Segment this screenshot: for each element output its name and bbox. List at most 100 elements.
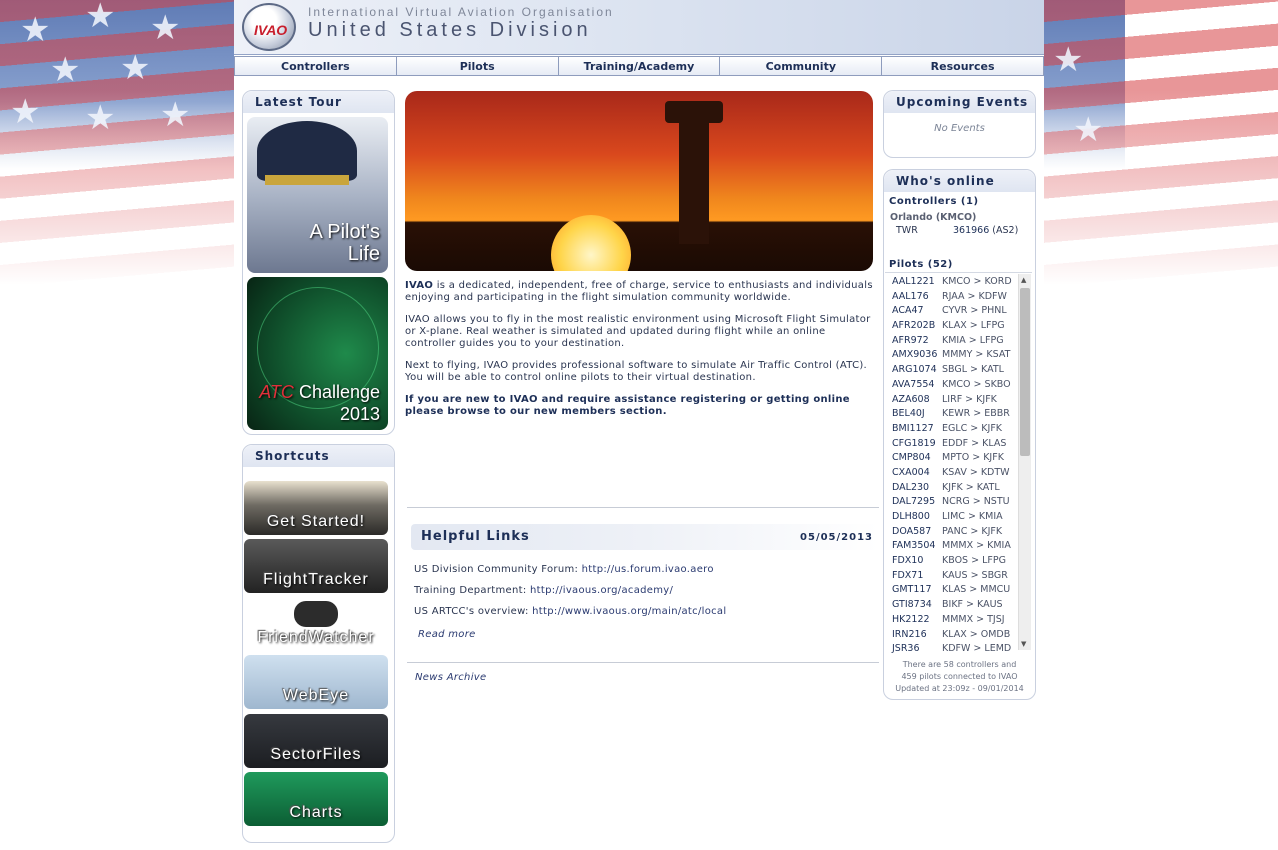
pilot-route: CYVR > PHNL: [942, 305, 1007, 317]
intro-paragraph-new-members[interactable]: If you are new to IVAO and require assis…: [405, 394, 873, 418]
pilot-row[interactable]: AVA7554 KMCO > SKBO: [885, 378, 1032, 393]
pilot-row[interactable]: HK2122 MMMX > TJSJ: [885, 613, 1032, 628]
shortcuts-title: Shortcuts: [243, 445, 394, 467]
pilot-row[interactable]: GMT117 KLAS > MMCU: [885, 583, 1032, 598]
pilot-row[interactable]: DAL7295 NCRG > NSTU: [885, 495, 1032, 510]
pilot-route: KMIA > LFPG: [942, 334, 1004, 346]
pilot-route: KAUS > SBGR: [942, 569, 1008, 581]
artcc-link[interactable]: http://www.ivaous.org/main/atc/local: [532, 606, 726, 617]
scroll-up-icon[interactable]: ▲: [1021, 276, 1026, 284]
pilot-callsign: DAL230: [892, 481, 930, 493]
shortcut-charts[interactable]: Charts: [244, 772, 388, 826]
pilot-route: KSAV > KDTW: [942, 466, 1010, 478]
pilot-route: LIRF > KJFK: [942, 393, 997, 405]
pilot-row[interactable]: IRN216 KLAX > OMDB: [885, 628, 1032, 643]
forum-link[interactable]: http://us.forum.ivao.aero: [582, 564, 714, 575]
upcoming-events-box: Upcoming Events No Events: [883, 90, 1036, 158]
pilot-row[interactable]: ACA47 CYVR > PHNL: [885, 304, 1032, 319]
pilots-list[interactable]: AAL1221 KMCO > KORD AAL176 RJAA > KDFW ACA47…: [885, 272, 1032, 653]
helpful-links-title: Helpful Links: [421, 529, 530, 544]
tour-atc-challenge-banner[interactable]: ATC Challenge 2013: [247, 277, 388, 430]
pilot-callsign: ACA47: [892, 305, 924, 317]
pilot-row[interactable]: AZA608 LIRF > KJFK: [885, 393, 1032, 408]
whos-online-title: Who's online: [884, 170, 1035, 192]
shortcut-label: SectorFiles: [270, 746, 362, 763]
pilot-route: KLAX > OMDB: [942, 628, 1011, 640]
pilot-route: MMMY > KSAT: [942, 349, 1011, 361]
intro-paragraph-2: IVAO allows you to fly in the most reali…: [405, 314, 871, 349]
pilot-row[interactable]: GTI8734 BIKF > KAUS: [885, 598, 1032, 613]
nav-pilots[interactable]: Pilots: [396, 56, 559, 76]
pilot-callsign: DOA587: [892, 525, 932, 537]
pilot-row[interactable]: AFR202B KLAX > LFPG: [885, 319, 1032, 334]
pilot-row[interactable]: BEL40J KEWR > EBBR: [885, 407, 1032, 422]
pilot-row[interactable]: BMI1127 EGLC > KJFK: [885, 422, 1032, 437]
pilot-row[interactable]: FDX71 KAUS > SBGR: [885, 569, 1032, 584]
pilot-callsign: DAL7295: [892, 496, 936, 508]
scroll-down-icon[interactable]: ▼: [1021, 640, 1026, 648]
tour-pilots-life-banner[interactable]: A Pilot's Life: [247, 117, 388, 273]
pilot-route: KEWR > EBBR: [942, 408, 1010, 420]
pilots-header: Pilots (52): [889, 259, 953, 270]
nav-training-academy[interactable]: Training/Academy: [558, 56, 721, 76]
controller-station: Orlando (KMCO): [890, 212, 977, 223]
pilot-row[interactable]: AAL1221 KMCO > KORD: [885, 275, 1032, 290]
ivao-logo[interactable]: IVAO: [242, 3, 296, 51]
sun-shape: [551, 215, 631, 271]
pilot-row[interactable]: JSR36 KDFW > LEMD: [885, 642, 1032, 653]
pilot-row[interactable]: CXA004 KSAV > KDTW: [885, 466, 1032, 481]
org-name: International Virtual Aviation Organisat…: [308, 5, 614, 19]
pilot-row[interactable]: AFR972 KMIA > LFPG: [885, 334, 1032, 349]
shortcut-label: FlightTracker: [263, 571, 369, 588]
helpful-links-header: Helpful Links 05/05/2013: [411, 524, 879, 550]
pilot-route: KLAS > MMCU: [942, 584, 1011, 596]
shortcut-sectorfiles[interactable]: SectorFiles: [244, 714, 388, 768]
divider: [407, 507, 879, 508]
shortcut-flighttracker[interactable]: FlightTracker: [244, 539, 388, 593]
intro-paragraph-1: IVAO is a dedicated, independent, free o…: [405, 280, 873, 303]
pilot-route: MMMX > TJSJ: [942, 613, 1005, 625]
pilot-row[interactable]: AAL176 RJAA > KDFW: [885, 290, 1032, 305]
pilot-row[interactable]: FAM3504 MMMX > KMIA: [885, 539, 1032, 554]
pilot-route: LIMC > KMIA: [942, 511, 1003, 522]
pilot-callsign: AFR972: [892, 334, 929, 346]
pilot-row[interactable]: ARG1074 SBGL > KATL: [885, 363, 1032, 378]
controllers-header: Controllers (1): [889, 196, 979, 207]
pilot-row[interactable]: DLH800 LIMC > KMIA: [885, 510, 1032, 525]
shortcut-webeye[interactable]: WebEye: [244, 655, 388, 709]
nav-community[interactable]: Community: [720, 56, 883, 76]
flag-background-right: ★ ★: [1043, 0, 1278, 300]
scroll-thumb[interactable]: [1020, 288, 1030, 456]
pilot-route: BIKF > KAUS: [942, 599, 1003, 611]
pilot-callsign: ARG1074: [892, 364, 937, 376]
training-link[interactable]: http://ivaous.org/academy/: [530, 585, 673, 596]
pilot-row[interactable]: DOA587 PANC > KJFK: [885, 525, 1032, 540]
pilot-row[interactable]: CFG1819 EDDF > KLAS: [885, 437, 1032, 452]
nav-resources[interactable]: Resources: [882, 56, 1044, 76]
nav-controllers[interactable]: Controllers: [234, 56, 397, 76]
hero-sunset-tower-image: [405, 91, 873, 271]
pilots-scrollbar[interactable]: ▲ ▼: [1018, 274, 1031, 650]
shortcut-get-started[interactable]: Get Started!: [244, 481, 388, 535]
pilot-row[interactable]: CMP804 MPTO > KJFK: [885, 451, 1032, 466]
pilot-callsign: AZA608: [892, 393, 930, 405]
read-more-link[interactable]: Read more: [418, 629, 476, 640]
binoculars-icon: [294, 601, 338, 627]
pilot-row[interactable]: FDX10 KBOS > LFPG: [885, 554, 1032, 569]
main-container: IVAO International Virtual Aviation Orga…: [234, 0, 1044, 850]
link-row-artcc: US ARTCC's overview: http://www.ivaous.o…: [414, 606, 727, 617]
pilot-callsign: JSR36: [892, 643, 920, 653]
pilot-route: SBGL > KATL: [942, 364, 1004, 376]
pilot-callsign: AVA7554: [892, 378, 935, 390]
news-archive-link[interactable]: News Archive: [415, 672, 486, 683]
pilot-callsign: HK2122: [892, 613, 930, 625]
controller-row[interactable]: TWR 361966 (AS2): [884, 225, 1035, 236]
pilot-row[interactable]: AMX9036 MMMY > KSAT: [885, 348, 1032, 363]
pilot-callsign: IRN216: [892, 628, 927, 640]
tour1-caption-line2: Life: [347, 243, 380, 265]
pilot-route: PANC > KJFK: [942, 525, 1003, 537]
pilot-row[interactable]: DAL230 KJFK > KATL: [885, 481, 1032, 496]
shortcut-friendwatcher[interactable]: FriendWatcher: [244, 597, 388, 651]
shortcut-label: Get Started!: [266, 513, 366, 530]
pilot-callsign: CMP804: [892, 452, 931, 464]
